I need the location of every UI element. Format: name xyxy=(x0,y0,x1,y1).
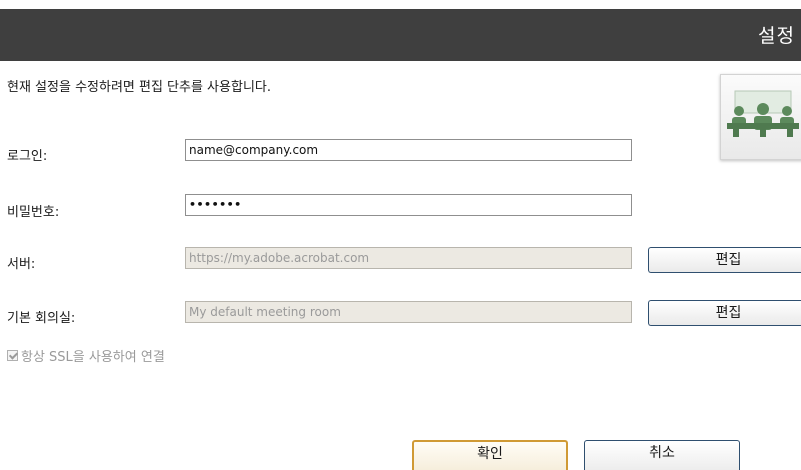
server-field: https://my.adobe.acrobat.com xyxy=(185,247,632,269)
password-field[interactable]: ••••••• xyxy=(185,194,632,216)
dialog-title: 설정 xyxy=(758,25,795,47)
ssl-option: 항상 SSL을 사용하여 연결 xyxy=(7,346,165,365)
instructions-text: 현재 설정을 수정하려면 편집 단추를 사용합니다. xyxy=(7,80,271,95)
meeting-room-edit-button[interactable]: 편집 xyxy=(648,300,801,326)
cancel-button[interactable]: 취소 xyxy=(584,440,740,470)
meeting-room-field: My default meeting room xyxy=(185,301,632,323)
meeting-room-label: 기본 회의실: xyxy=(7,311,76,326)
server-edit-button[interactable]: 편집 xyxy=(648,247,801,273)
ok-button[interactable]: 확인 xyxy=(412,440,568,470)
meeting-room-icon xyxy=(720,74,801,160)
server-label: 서버: xyxy=(7,257,36,272)
ssl-checkbox xyxy=(7,350,18,361)
login-label: 로그인: xyxy=(7,149,48,164)
ssl-label: 항상 SSL을 사용하여 연결 xyxy=(21,350,165,365)
login-field[interactable]: name@company.com xyxy=(185,139,632,161)
title-bar: 설정 xyxy=(0,9,801,61)
password-label: 비밀번호: xyxy=(7,205,60,220)
